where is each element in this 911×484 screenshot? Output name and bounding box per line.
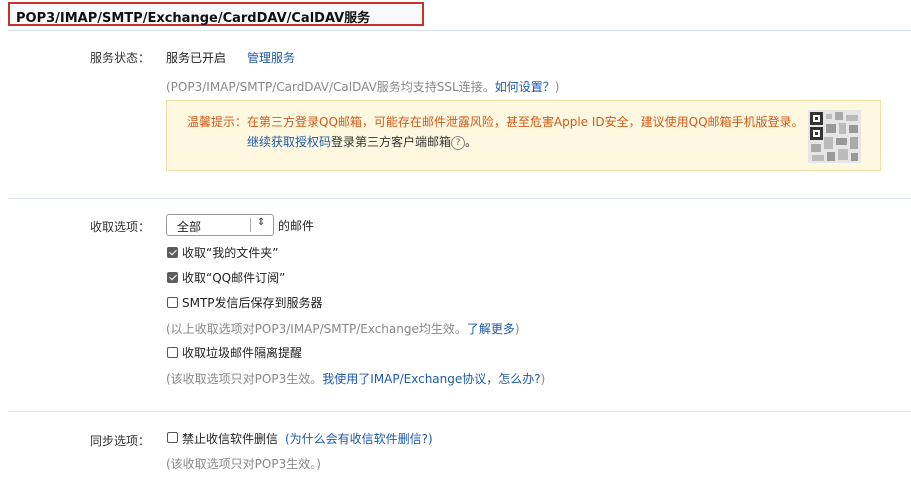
qr-code-icon bbox=[808, 110, 861, 163]
select-divider bbox=[250, 218, 251, 232]
page-title: POP3/IMAP/SMTP/Exchange/CardDAV/CalDAV服务 bbox=[16, 11, 371, 26]
checkbox-prevent-delete[interactable] bbox=[167, 432, 178, 443]
receive-options-label: 收取选项： bbox=[90, 220, 151, 234]
receive-note-2: (该收取选项只对POP3生效。我使用了IMAP/Exchange协议，怎么办?) bbox=[166, 370, 545, 387]
learn-more-link[interactable]: 了解更多 bbox=[467, 322, 515, 336]
get-auth-code-link[interactable]: 继续获取授权码 bbox=[247, 135, 331, 149]
ssl-note-text: (POP3/IMAP/SMTP/CardDAV/CalDAV服务均支持SSL连接… bbox=[166, 80, 495, 94]
checkbox-my-folders[interactable] bbox=[167, 247, 178, 258]
option-spam-reminder-label: 收取垃圾邮件隔离提醒 bbox=[182, 346, 303, 360]
receive-note-1-text: (以上收取选项对POP3/IMAP/SMTP/Exchange均生效。 bbox=[166, 322, 467, 336]
title-divider bbox=[8, 30, 911, 31]
ssl-note: (POP3/IMAP/SMTP/CardDAV/CalDAV服务均支持SSL连接… bbox=[166, 78, 559, 95]
help-icon[interactable]: ? bbox=[451, 135, 466, 150]
receive-scope-value: 全部 bbox=[177, 220, 202, 234]
notice-text: 在第三方登录QQ邮箱，可能存在邮件泄露风险，甚至危害Apple ID安全，建议使… bbox=[247, 115, 804, 129]
receive-note-2-text: (该收取选项只对POP3生效。 bbox=[166, 372, 323, 386]
section-title-box: POP3/IMAP/SMTP/Exchange/CardDAV/CalDAV服务 bbox=[8, 2, 424, 26]
receive-note-1: (以上收取选项对POP3/IMAP/SMTP/Exchange均生效。了解更多) bbox=[166, 320, 520, 337]
why-delete-link[interactable]: (为什么会有收信软件删信?) bbox=[285, 430, 433, 447]
notice-end: 。 bbox=[465, 135, 478, 149]
section-divider-1 bbox=[8, 198, 911, 199]
notice-line2: 继续获取授权码登录第三方客户端邮箱?。 bbox=[247, 133, 477, 150]
checkbox-spam-reminder[interactable] bbox=[167, 347, 178, 358]
section-divider-2 bbox=[8, 411, 911, 412]
ssl-note-close: ) bbox=[554, 80, 560, 94]
checkbox-smtp-save[interactable] bbox=[167, 297, 178, 308]
warning-notice: 温馨提示： 在第三方登录QQ邮箱，可能存在邮件泄露风险，甚至危害Apple ID… bbox=[166, 100, 881, 171]
option-smtp-save-label: SMTP发信后保存到服务器 bbox=[182, 296, 323, 310]
option-qq-subscription-label: 收取“QQ邮件订阅” bbox=[182, 271, 286, 285]
option-prevent-delete-label: 禁止收信软件删信 bbox=[182, 432, 279, 446]
imap-exchange-help-link[interactable]: 我使用了IMAP/Exchange协议，怎么办? bbox=[322, 372, 540, 386]
option-my-folders-label: 收取“我的文件夹” bbox=[182, 246, 279, 260]
notice-label: 温馨提示： bbox=[187, 115, 248, 129]
select-arrows-icon: ⇕ bbox=[257, 217, 266, 228]
receive-note-2-close: ) bbox=[540, 372, 546, 386]
sync-note: (该收取选项只对POP3生效。) bbox=[166, 457, 321, 471]
receive-scope-select[interactable]: 全部 ⇕ bbox=[166, 214, 274, 236]
notice-text2: 登录第三方客户端邮箱 bbox=[331, 135, 452, 149]
receive-scope-suffix: 的邮件 bbox=[278, 219, 315, 233]
receive-note-1-close: ) bbox=[514, 322, 520, 336]
service-status-label: 服务状态： bbox=[90, 51, 151, 65]
service-status-value: 服务已开启 bbox=[166, 51, 227, 65]
sync-options-label: 同步选项： bbox=[90, 434, 151, 448]
manage-service-link[interactable]: 管理服务 bbox=[247, 49, 295, 66]
checkbox-qq-subscription[interactable] bbox=[167, 272, 178, 283]
how-to-setup-link[interactable]: 如何设置？ bbox=[495, 80, 555, 94]
